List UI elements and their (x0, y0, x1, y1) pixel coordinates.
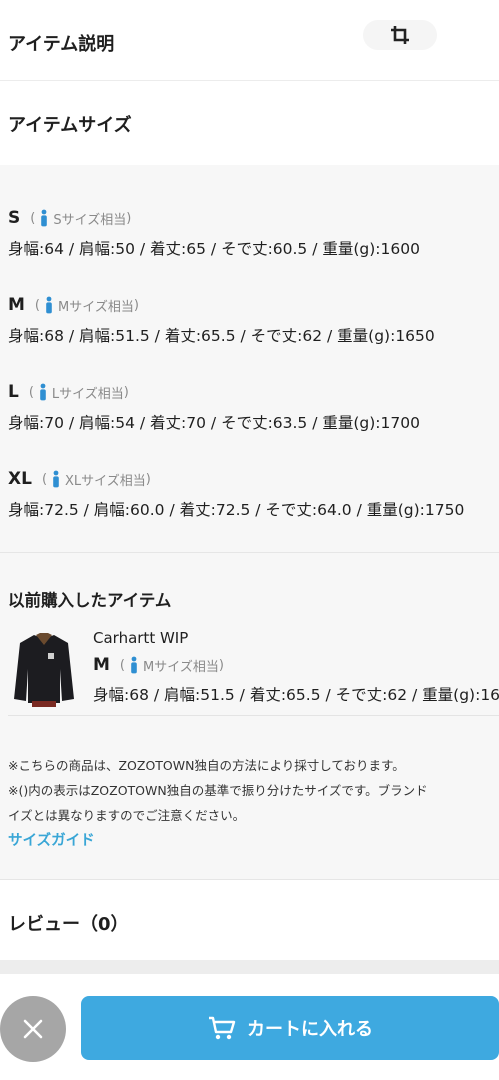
measurement-notes: ※こちらの商品は、ZOZOTOWN独自の方法により採寸しております。 ※()内の… (8, 753, 499, 828)
paren-close: ) (145, 471, 151, 487)
add-to-cart-label: カートに入れる (247, 1019, 373, 1040)
previous-purchase-title: 以前購入したアイテム (8, 591, 172, 610)
size-equivalent: Sサイズ相当 (53, 212, 127, 228)
crop-button[interactable] (363, 20, 437, 50)
note-line: ※()内の表示はZOZOTOWN独自の基準で振り分けたサイズです。ブランド (8, 783, 428, 798)
size-row-xl: XL ( XLサイズ相当 ) 身幅:72.5 / 肩幅:60.0 / 着丈:72… (8, 466, 464, 520)
size-detail: 身幅:70 / 肩幅:54 / 着丈:70 / そで丈:63.5 / 重量(g)… (8, 414, 420, 432)
jacket-thumbnail (12, 629, 76, 709)
paren-close: ) (123, 384, 129, 400)
paren-open: ( (119, 657, 125, 673)
size-detail: 身幅:72.5 / 肩幅:60.0 / 着丈:72.5 / そで丈:64.0 /… (8, 501, 465, 519)
person-icon (46, 296, 52, 314)
size-equivalent: XLサイズ相当 (65, 473, 146, 489)
review-title: レビュー（0） (8, 914, 129, 935)
size-row-s: S ( Sサイズ相当 ) 身幅:64 / 肩幅:50 / 着丈:65 / そで丈… (8, 205, 420, 259)
size-name: S (8, 208, 21, 228)
paren-close: ) (218, 657, 224, 673)
person-icon (41, 209, 48, 227)
size-detail: 身幅:68 / 肩幅:51.5 / 着丈:65.5 / そで丈:62 / 重量(… (8, 327, 435, 345)
cart-icon (209, 1016, 236, 1040)
size-name: L (8, 382, 19, 402)
add-to-cart-button[interactable]: カートに入れる (81, 996, 499, 1060)
size-equivalent: Lサイズ相当 (51, 386, 124, 402)
paren-open: ( (41, 471, 48, 487)
person-icon (40, 383, 46, 401)
previous-brand: Carhartt WIP (93, 629, 189, 647)
item-size-title: アイテムサイズ (8, 115, 132, 136)
paren-close: ) (133, 297, 139, 313)
item-description-section: アイテム説明 (0, 0, 499, 81)
paren-close: ) (126, 210, 132, 226)
person-icon (53, 470, 59, 488)
previous-purchase-section: 以前購入したアイテム Carhartt WIP M ( Mサイズ相当 ) 身幅:… (0, 552, 499, 879)
close-button[interactable] (0, 996, 66, 1062)
review-section[interactable]: レビュー（0） (0, 879, 499, 960)
size-list: S ( Sサイズ相当 ) 身幅:64 / 肩幅:50 / 着丈:65 / そで丈… (0, 165, 499, 553)
size-guide-link[interactable]: サイズガイド (8, 829, 95, 850)
crop-icon (391, 26, 409, 44)
note-line: ※こちらの商品は、ZOZOTOWN独自の方法により採寸しております。 (8, 758, 405, 773)
item-size-section: アイテムサイズ (0, 81, 499, 165)
previous-size-equivalent: Mサイズ相当 (143, 659, 219, 675)
size-row-m: M ( Mサイズ相当 ) 身幅:68 / 肩幅:51.5 / 着丈:65.5 /… (8, 292, 435, 346)
item-description-title: アイテム説明 (8, 34, 115, 55)
size-name: M (8, 295, 25, 315)
paren-open: ( (34, 297, 40, 313)
size-name: XL (8, 469, 32, 489)
section-divider (0, 960, 499, 974)
paren-open: ( (28, 384, 34, 400)
size-detail: 身幅:64 / 肩幅:50 / 着丈:65 / そで丈:60.5 / 重量(g)… (8, 240, 420, 258)
note-line: イズとは異なりますのでご注意ください。 (8, 808, 246, 823)
person-icon (131, 656, 137, 674)
previous-size-detail: 身幅:68 / 肩幅:51.5 / 着丈:65.5 / そで丈:62 / 重量(… (93, 686, 499, 704)
close-icon (23, 1019, 43, 1039)
previous-purchase-item[interactable]: Carhartt WIP M ( Mサイズ相当 ) 身幅:68 / 肩幅:51.… (8, 625, 499, 716)
bottom-action-bar: カートに入れる (0, 974, 499, 1080)
size-row-l: L ( Lサイズ相当 ) 身幅:70 / 肩幅:54 / 着丈:70 / そで丈… (8, 379, 420, 433)
size-equivalent: Mサイズ相当 (58, 299, 134, 315)
previous-size-name: M (93, 655, 110, 675)
paren-open: ( (30, 210, 36, 226)
